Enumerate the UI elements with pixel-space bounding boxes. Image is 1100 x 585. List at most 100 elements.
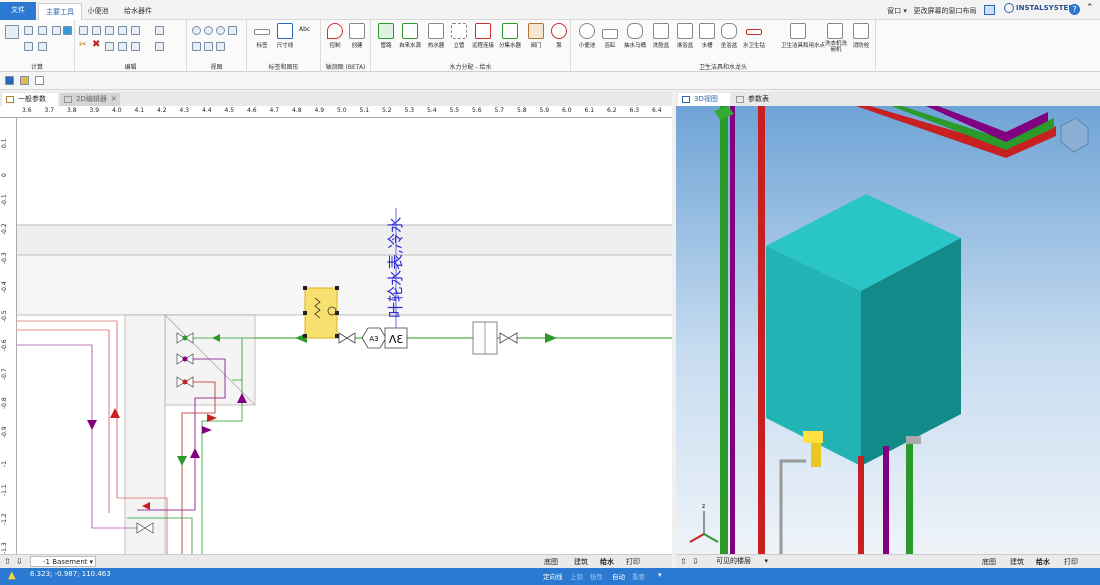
sanitary-drill-button[interactable]: 水卫生钻 [742, 23, 766, 49]
view-tab-print[interactable]: 打印 [626, 557, 640, 567]
view-tab-print-3d[interactable]: 打印 [1064, 557, 1078, 567]
bathtub-button[interactable]: 浴缸 [598, 23, 622, 49]
create-button[interactable]: 创建 [345, 23, 369, 49]
zoom-out-icon[interactable] [204, 26, 213, 35]
pipe-button[interactable]: 管路 [374, 23, 398, 49]
tab-urinal[interactable]: 小便池 [84, 3, 112, 20]
properties-icon[interactable] [155, 26, 164, 35]
zoom-window-icon[interactable] [216, 26, 225, 35]
rotate-icon[interactable] [118, 42, 127, 51]
tab-main-tools[interactable]: 主要工具 [38, 3, 82, 20]
riser-cold-3d[interactable] [720, 106, 728, 554]
mirror-icon[interactable] [131, 42, 140, 51]
dimension-button[interactable]: 尺寸线 [273, 23, 297, 49]
floor-selector[interactable]: -1 Basement ▾ [30, 556, 96, 567]
cut-icon[interactable]: ✂ [79, 40, 87, 50]
pan-icon[interactable] [192, 42, 201, 51]
zoom-all-icon[interactable] [228, 26, 237, 35]
view-cube[interactable] [1060, 117, 1089, 153]
calc-small-icon-5[interactable] [38, 42, 47, 51]
tab-3d-view[interactable]: 3D视图⊥✕ [678, 93, 730, 116]
lock-toggle[interactable]: 上锁 [570, 571, 583, 581]
heater-button[interactable]: 热水器 [424, 23, 448, 49]
change-layout-menu[interactable]: 更改屏幕的窗口布局 ▾ [912, 3, 978, 32]
tab-general-params[interactable]: 一般参数 [2, 93, 58, 106]
floor-up-icon[interactable]: ⇧ [4, 557, 11, 566]
paste-icon[interactable] [79, 26, 88, 35]
scene-3d[interactable]: z [676, 106, 1100, 554]
floor-down-icon[interactable]: ⇩ [692, 557, 699, 566]
zoom-in-icon[interactable] [192, 26, 201, 35]
shower-button[interactable]: 淋浴盆 [673, 23, 697, 49]
washbasin-button[interactable]: 洗脸盆 [649, 23, 673, 49]
tab-file[interactable]: 文件 [0, 2, 36, 20]
tab-2d-editor[interactable]: 2D编辑器 ✕ [60, 93, 120, 106]
view-tab-building[interactable]: 建筑 [574, 557, 588, 567]
pipe-circulation-long[interactable] [17, 344, 142, 529]
view-tab-base[interactable]: 底图 [544, 557, 558, 567]
calc-water-icon[interactable] [63, 26, 72, 35]
save-icon[interactable] [5, 76, 14, 85]
view-tab-base-3d[interactable]: 底图 [982, 557, 996, 567]
floor-up-icon[interactable]: ⇧ [680, 557, 687, 566]
snap-toggle[interactable]: 定向线 [543, 571, 563, 581]
view-prev-icon[interactable] [216, 42, 225, 51]
calc-small-icon-2[interactable] [38, 26, 47, 35]
vertical-label[interactable]: 叶轮水表,冷水 [386, 217, 405, 318]
bidet-button[interactable]: 坐浴盆 [717, 23, 741, 49]
pipe-cold-3d[interactable] [906, 436, 913, 554]
urinal-button[interactable]: 小便池 [575, 23, 599, 49]
riser-button[interactable]: 立管 [447, 23, 471, 49]
control-button[interactable]: 控制 [323, 23, 347, 49]
redo-icon[interactable] [118, 26, 127, 35]
collapse-ribbon-icon[interactable]: ⌃ [1086, 3, 1094, 13]
view-2d-editor[interactable]: 3.6 3.7 3.8 3.9 4.0 4.1 4.2 4.3 4.4 4.5 4.6 4.7 4.8 4… [0, 106, 672, 554]
visible-floors-selector[interactable]: 可见的楼层 ▾ [704, 556, 770, 567]
remote-connection-button[interactable]: 远程连接 [471, 23, 495, 49]
calc-icon[interactable] [5, 25, 19, 39]
valve-symbol[interactable] [499, 332, 518, 344]
label-button[interactable]: 标签 [250, 23, 274, 49]
help-icon[interactable]: ? [1069, 4, 1080, 15]
undo-icon[interactable] [105, 26, 114, 35]
align-icon[interactable] [155, 42, 164, 51]
hydrant-button[interactable]: 消防栓 [849, 23, 873, 49]
tab-params-table[interactable]: 参数表 [732, 93, 776, 106]
warning-icon[interactable]: ▲ [8, 570, 16, 581]
sink-button[interactable]: 水槽 [695, 23, 719, 49]
pipe-hot[interactable] [181, 381, 216, 554]
selected-element[interactable] [304, 287, 338, 339]
important-toggle[interactable]: 重要 [632, 571, 645, 581]
pump-button[interactable]: 泵 [547, 23, 571, 49]
washing-machine-button[interactable]: 洗衣机洗碗机 [823, 23, 847, 53]
auto-toggle[interactable]: 自动 [612, 571, 625, 581]
calc-small-icon-1[interactable] [24, 26, 33, 35]
text-abc-icon[interactable]: Abc [299, 26, 310, 33]
yellow-valve-3d[interactable] [803, 431, 823, 443]
view-tab-building-3d[interactable]: 建筑 [1010, 557, 1024, 567]
pipe-hot-3d[interactable] [856, 106, 1006, 158]
valve-symbol[interactable] [338, 332, 356, 344]
new-icon[interactable] [35, 76, 44, 85]
view-3d[interactable]: z [676, 106, 1100, 554]
manifold-button[interactable]: 分集水器 [498, 23, 522, 49]
pipe-circulation-3d[interactable] [883, 446, 889, 554]
valve-button[interactable]: 阀门 [524, 23, 548, 49]
calc-small-icon-3[interactable] [52, 26, 61, 35]
view-tab-water[interactable]: 给水 [600, 557, 614, 567]
drawing-canvas[interactable]: A3 ΛƐ 叶轮水表,冷水 [17, 118, 672, 554]
calc-small-icon-4[interactable] [24, 42, 33, 51]
regen-icon[interactable] [204, 42, 213, 51]
select-icon[interactable] [131, 26, 140, 35]
water-source-button[interactable]: 自来水源 [398, 23, 422, 49]
polar-toggle[interactable]: 极性 [590, 571, 603, 581]
window-menu[interactable]: 窗口 ▾ [880, 3, 914, 20]
toilet-button[interactable]: 抽水马桶 [623, 23, 647, 49]
pipe-hot-3d[interactable] [858, 456, 864, 554]
chevron-down-icon[interactable]: ▾ [658, 571, 662, 579]
layout-icon[interactable] [984, 5, 995, 15]
move-icon[interactable] [105, 42, 114, 51]
riser-hot-3d[interactable] [758, 106, 765, 554]
copy-icon[interactable] [92, 26, 101, 35]
view-tab-water-3d[interactable]: 给水 [1036, 557, 1050, 567]
